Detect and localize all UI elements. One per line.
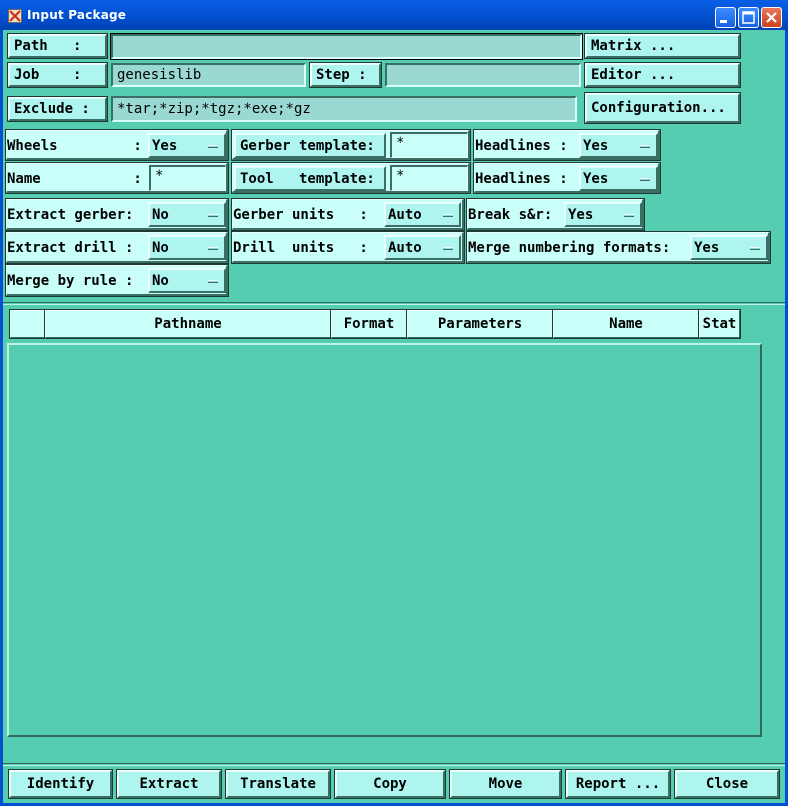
stat-column-header[interactable]: Stat	[698, 309, 741, 339]
headlines-tool-select[interactable]: Yes	[579, 166, 658, 191]
option-menu-icon	[640, 177, 650, 181]
maximize-icon	[742, 11, 755, 24]
app-icon	[8, 9, 22, 23]
option-menu-icon	[443, 213, 453, 217]
headlines-gerber-label: Headlines :	[475, 138, 568, 154]
option-menu-icon	[443, 246, 453, 250]
option-menu-icon	[208, 213, 218, 217]
maximize-button[interactable]	[738, 7, 759, 28]
file-list[interactable]	[7, 343, 762, 737]
translate-button[interactable]: Translate	[225, 769, 331, 799]
job-button[interactable]: Job :	[7, 62, 108, 88]
drill-units-select[interactable]: Auto	[384, 235, 461, 260]
separator	[3, 302, 785, 305]
option-menu-icon	[208, 246, 218, 250]
headlines-tool-label: Headlines :	[475, 171, 568, 187]
drill-units-label: Drill units :	[233, 240, 368, 256]
merge-by-rule-select[interactable]: No	[148, 268, 226, 293]
minimize-icon	[720, 20, 727, 23]
job-input[interactable]: genesislib	[111, 63, 306, 87]
tool-template-input[interactable]: *	[390, 165, 468, 191]
wheels-select[interactable]: Yes	[148, 133, 226, 158]
break-sr-label: Break s&r:	[468, 207, 553, 223]
exclude-button[interactable]: Exclude :	[7, 96, 108, 122]
tool-template-button[interactable]: Tool template:	[234, 166, 386, 191]
path-input[interactable]	[110, 33, 583, 60]
move-button[interactable]: Move	[449, 769, 562, 799]
editor-button[interactable]: Editor ...	[584, 62, 741, 88]
option-menu-icon	[208, 144, 218, 148]
gerber-units-select[interactable]: Auto	[384, 202, 461, 227]
close-window-button[interactable]	[761, 7, 782, 28]
gerber-units-label: Gerber units :	[233, 207, 368, 223]
option-menu-icon	[624, 213, 634, 217]
path-button[interactable]: Path :	[7, 33, 108, 59]
break-sr-select[interactable]: Yes	[564, 202, 642, 227]
format-column-header[interactable]: Format	[330, 309, 408, 339]
title-bar[interactable]: Input Package	[0, 0, 788, 30]
merge-numbering-label: Merge numbering formats:	[468, 240, 671, 256]
window-frame	[0, 30, 3, 806]
pathname-column-header[interactable]: Pathname	[44, 309, 332, 339]
separator	[3, 763, 785, 766]
close-icon	[766, 12, 777, 23]
exclude-input[interactable]: *tar;*zip;*tgz;*exe;*gz	[111, 96, 577, 122]
headlines-gerber-select[interactable]: Yes	[579, 133, 658, 158]
name-input[interactable]: *	[149, 165, 226, 191]
merge-numbering-select[interactable]: Yes	[690, 235, 768, 260]
gerber-template-input[interactable]: *	[390, 132, 468, 158]
step-button[interactable]: Step :	[309, 62, 382, 88]
parameters-column-header[interactable]: Parameters	[406, 309, 554, 339]
configuration-button[interactable]: Configuration...	[584, 92, 741, 124]
extract-gerber-label: Extract gerber:	[7, 207, 134, 223]
extract-gerber-select[interactable]: No	[148, 202, 226, 227]
minimize-button[interactable]	[715, 7, 736, 28]
wheels-label: Wheels :	[7, 138, 142, 154]
name-column-header[interactable]: Name	[552, 309, 700, 339]
matrix-button[interactable]: Matrix ...	[584, 33, 741, 59]
option-menu-icon	[750, 246, 760, 250]
option-menu-icon	[640, 144, 650, 148]
extract-drill-label: Extract drill :	[7, 240, 134, 256]
close-button[interactable]: Close	[674, 769, 780, 799]
report-button[interactable]: Report ...	[565, 769, 671, 799]
step-input[interactable]	[385, 63, 581, 87]
merge-by-rule-label: Merge by rule :	[7, 273, 134, 289]
window-title: Input Package	[27, 8, 127, 22]
copy-button[interactable]: Copy	[334, 769, 446, 799]
extract-button[interactable]: Extract	[116, 769, 222, 799]
select-column-header[interactable]	[9, 309, 46, 339]
extract-drill-select[interactable]: No	[148, 235, 226, 260]
identify-button[interactable]: Identify	[8, 769, 113, 799]
name-label: Name :	[7, 171, 142, 187]
option-menu-icon	[208, 279, 218, 283]
gerber-template-button[interactable]: Gerber template:	[234, 133, 386, 158]
